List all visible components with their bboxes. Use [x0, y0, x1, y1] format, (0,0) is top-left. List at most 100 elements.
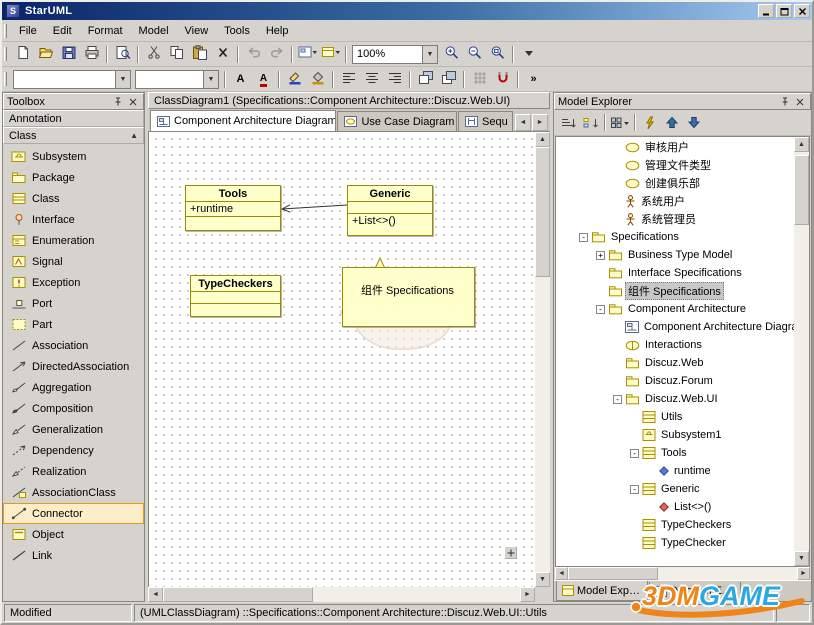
grid-button[interactable]	[468, 69, 491, 90]
tree-item-runtime[interactable]: runtime	[556, 462, 794, 480]
save-button[interactable]	[57, 44, 80, 65]
toolbox-item-object[interactable]: Object	[3, 524, 144, 545]
tree-item-discuz-forum[interactable]: Discuz.Forum	[556, 372, 794, 390]
snap-to-grid-button[interactable]	[491, 69, 514, 90]
move-down-button[interactable]	[683, 113, 705, 133]
expand-toggle-icon[interactable]: -	[613, 395, 622, 404]
canvas-horizontal-scrollbar[interactable]: ◄ ►	[148, 587, 535, 602]
font-color-button[interactable]: A	[252, 69, 275, 90]
canvas-vscroll-thumb[interactable]	[535, 147, 550, 277]
tree-item-component-architecture-diagram[interactable]: Component Architecture Diagram	[556, 318, 794, 336]
print-button[interactable]	[80, 44, 103, 65]
diagram-tab-sequ[interactable]: Sequ	[458, 111, 513, 131]
font-button[interactable]: A	[229, 69, 252, 90]
chevron-down-icon[interactable]: ▼	[422, 46, 437, 63]
package-shape[interactable]: 组件 Specifications	[342, 267, 475, 327]
tree-hscroll-track[interactable]	[568, 567, 797, 580]
sort-by-type-button[interactable]	[579, 113, 601, 133]
tree-item-list[interactable]: List<>()	[556, 498, 794, 516]
diagram-canvas[interactable]: ♥ Tools+runtimeGeneric+List<>()TypeCheck…	[148, 132, 535, 587]
menu-help[interactable]: Help	[258, 22, 297, 40]
model-explorer-close-button[interactable]	[793, 95, 807, 108]
scroll-right-icon[interactable]: ►	[520, 587, 535, 602]
align-right-button[interactable]	[383, 69, 406, 90]
tree-item-subsystem1[interactable]: Subsystem1	[556, 426, 794, 444]
minimize-button[interactable]	[758, 4, 774, 18]
toolbox-item-association[interactable]: Association	[3, 335, 144, 356]
menu-tools[interactable]: Tools	[216, 22, 258, 40]
zoom-out-button[interactable]	[463, 44, 486, 65]
tree-item-business-type-model[interactable]: +Business Type Model	[556, 246, 794, 264]
canvas-vertical-scrollbar[interactable]: ▲ ▼	[535, 132, 550, 587]
toolbar-standard-grip[interactable]	[4, 47, 7, 61]
tree-item-interface-specifications[interactable]: Interface Specifications	[556, 264, 794, 282]
menu-view[interactable]: View	[177, 22, 217, 40]
send-to-back-button[interactable]	[437, 69, 460, 90]
toolbox-item-package[interactable]: Package	[3, 167, 144, 188]
toolbox-item-exception[interactable]: Exception	[3, 272, 144, 293]
open-button[interactable]	[34, 44, 57, 65]
tree-vertical-scrollbar[interactable]: ▲ ▼	[794, 137, 809, 566]
stereotype-combo[interactable]: ▼	[13, 70, 131, 89]
print-preview-button[interactable]	[111, 44, 134, 65]
expand-toggle-icon[interactable]: -	[596, 305, 605, 314]
add-element-button[interactable]	[319, 44, 342, 65]
toolbox-item-enumeration[interactable]: Enumeration	[3, 230, 144, 251]
class-shape-tools[interactable]: Tools+runtime	[185, 185, 281, 231]
add-diagram-button[interactable]	[296, 44, 319, 65]
expand-toggle-icon[interactable]: -	[630, 449, 639, 458]
tree-item-row-1[interactable]: 管理文件类型	[556, 156, 794, 174]
style-combo[interactable]: ▼	[135, 70, 219, 89]
tree-hscroll-thumb[interactable]	[568, 567, 658, 580]
toolbox-pin-button[interactable]	[111, 95, 125, 108]
bring-to-front-button[interactable]	[414, 69, 437, 90]
menu-file[interactable]: File	[11, 22, 45, 40]
toolbox-item-signal[interactable]: Signal	[3, 251, 144, 272]
class-shape-typecheckers[interactable]: TypeCheckers	[190, 275, 281, 317]
tree-item-tools[interactable]: -Tools	[556, 444, 794, 462]
delete-button[interactable]	[211, 44, 234, 65]
toolbox-item-link[interactable]: Link	[3, 545, 144, 566]
zoom-in-button[interactable]	[440, 44, 463, 65]
diagram-tab-use-case-diagram[interactable]: Use Case Diagram	[337, 111, 457, 131]
menu-model[interactable]: Model	[131, 22, 177, 40]
scroll-up-icon[interactable]: ▲	[535, 132, 550, 147]
diagram-tab-component-architecture-diagram[interactable]: Component Architecture Diagram	[150, 110, 336, 131]
tree-item-row-0[interactable]: 审核用户	[556, 138, 794, 156]
toolbox-item-port[interactable]: Port	[3, 293, 144, 314]
tree-item-utils[interactable]: Utils	[556, 408, 794, 426]
maximize-button[interactable]	[776, 4, 792, 18]
view-options-button[interactable]	[609, 113, 631, 133]
tree-item-row-2[interactable]: 创建俱乐部	[556, 174, 794, 192]
toolbox-item-subsystem[interactable]: Subsystem	[3, 146, 144, 167]
toolbox-scroll-up-icon[interactable]: ▲	[130, 131, 138, 140]
tree-item-specifications[interactable]: -Specifications	[556, 228, 794, 246]
paste-button[interactable]	[188, 44, 211, 65]
toolbox-item-class[interactable]: Class	[3, 188, 144, 209]
toolbox-item-dependency[interactable]: Dependency	[3, 440, 144, 461]
menu-grip[interactable]	[4, 24, 7, 38]
tree-vscroll-thumb[interactable]	[794, 155, 809, 225]
filter-button[interactable]	[639, 113, 661, 133]
tree-vscroll-track[interactable]	[794, 152, 809, 551]
tree-item-component-architecture[interactable]: -Component Architecture	[556, 300, 794, 318]
zoom-fit-button[interactable]	[486, 44, 509, 65]
expand-toggle-icon[interactable]: -	[630, 485, 639, 494]
undo-button[interactable]	[242, 44, 265, 65]
tree-item-generic[interactable]: -Generic	[556, 480, 794, 498]
scroll-down-icon[interactable]: ▼	[535, 572, 550, 587]
toolbox-item-part[interactable]: Part	[3, 314, 144, 335]
tab-scroll-right-button[interactable]: ►	[532, 114, 548, 131]
explorer-tab-diagram-explorer[interactable]: Diagram Explorer	[649, 582, 741, 601]
tree-horizontal-scrollbar[interactable]: ◄ ►	[555, 567, 810, 580]
toolbox-item-aggregation[interactable]: Aggregation	[3, 377, 144, 398]
redo-button[interactable]	[265, 44, 288, 65]
tree-item-row-4[interactable]: 系统管理员	[556, 210, 794, 228]
toolbar-format-grip[interactable]	[4, 72, 7, 86]
tree-scroll-right-icon[interactable]: ►	[797, 567, 810, 580]
menu-format[interactable]: Format	[80, 22, 131, 40]
zoom-combo[interactable]: 100%▼	[352, 45, 438, 64]
canvas-hscroll-track[interactable]	[163, 587, 520, 602]
toolbox-item-associationclass[interactable]: AssociationClass	[3, 482, 144, 503]
toolbar-overflow-button[interactable]: »	[522, 69, 545, 90]
